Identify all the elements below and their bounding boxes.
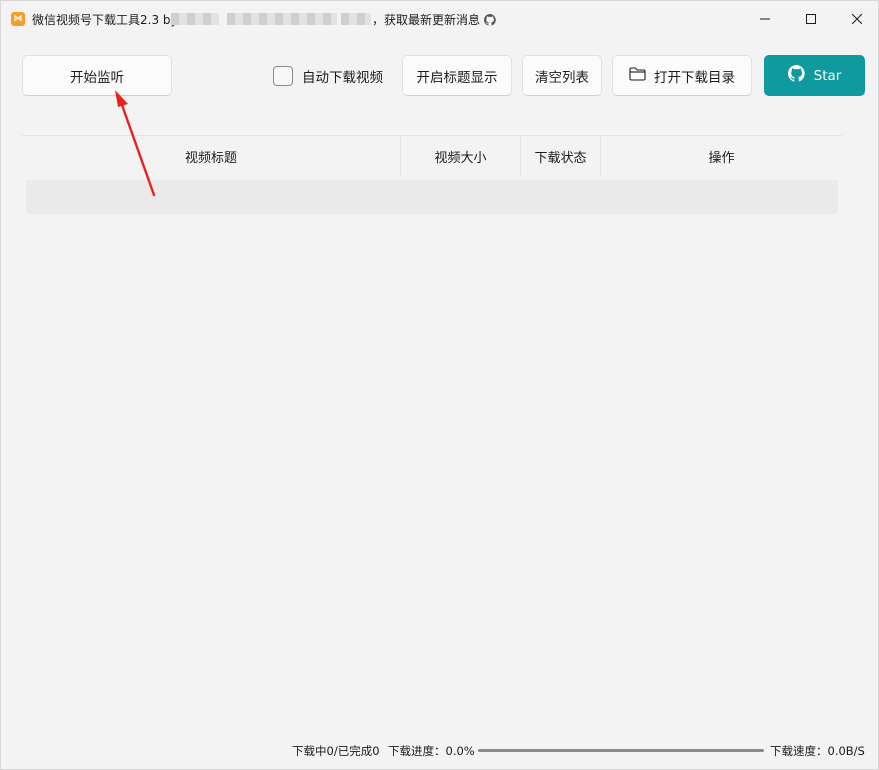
app-logo-icon: ⋈ — [11, 12, 25, 26]
app-window: ⋈ 微信视频号下载工具2.3 by ，获取最新更新消息 开始监听 自动下载视频 … — [0, 0, 879, 770]
window-title: 微信视频号下载工具2.3 by — [32, 13, 178, 27]
table-row-placeholder — [26, 180, 838, 214]
annotation-arrow — [115, 90, 156, 197]
open-download-dir-button[interactable]: 打开下载目录 — [612, 55, 752, 96]
close-icon — [852, 14, 862, 24]
github-star-label: Star — [813, 67, 842, 84]
start-monitor-label: 开始监听 — [70, 69, 124, 86]
show-title-button[interactable]: 开启标题显示 — [402, 55, 512, 96]
column-header-actions[interactable]: 操作 — [601, 136, 842, 177]
github-small-icon — [483, 14, 496, 29]
redacted-text — [227, 13, 337, 25]
title-bar: ⋈ 微信视频号下载工具2.3 by ，获取最新更新消息 — [1, 1, 878, 37]
auto-download-label: 自动下载视频 — [302, 70, 383, 86]
minimize-button[interactable] — [742, 1, 788, 37]
close-button[interactable] — [834, 1, 879, 37]
download-speed: 下载速度：0.0B/S — [770, 744, 865, 758]
clear-list-button[interactable]: 清空列表 — [522, 55, 602, 96]
open-download-dir-label: 打开下载目录 — [654, 69, 735, 86]
title-suffix-text: ，获取最新更新消息 — [372, 13, 481, 27]
column-header-status[interactable]: 下载状态 — [521, 136, 601, 177]
download-counts: 下载中0/已完成0 — [292, 744, 380, 758]
status-bar: 下载中0/已完成0 下载进度：0.0% 下载速度：0.0B/S — [1, 741, 878, 761]
maximize-button[interactable] — [788, 1, 834, 37]
download-progress-bar — [478, 749, 764, 752]
minimize-icon — [760, 18, 770, 20]
column-header-size[interactable]: 视频大小 — [401, 136, 521, 177]
redacted-text — [171, 13, 219, 25]
column-header-title[interactable]: 视频标题 — [22, 136, 401, 177]
window-title-suffix: ，获取最新更新消息 — [372, 11, 496, 29]
auto-download-toggle[interactable]: 自动下载视频 — [273, 65, 383, 87]
start-monitor-button[interactable]: 开始监听 — [22, 55, 172, 96]
video-table: 视频标题 视频大小 下载状态 操作 — [22, 135, 842, 214]
github-icon — [787, 65, 805, 86]
redacted-text — [341, 13, 371, 25]
auto-download-checkbox[interactable] — [273, 66, 293, 86]
maximize-icon — [806, 14, 816, 24]
download-progress-label: 下载进度：0.0% — [388, 744, 475, 758]
clear-list-label: 清空列表 — [535, 69, 589, 86]
show-title-label: 开启标题显示 — [416, 69, 498, 86]
table-header: 视频标题 视频大小 下载状态 操作 — [22, 135, 842, 177]
github-star-button[interactable]: Star — [764, 55, 865, 96]
folder-icon — [629, 66, 646, 85]
